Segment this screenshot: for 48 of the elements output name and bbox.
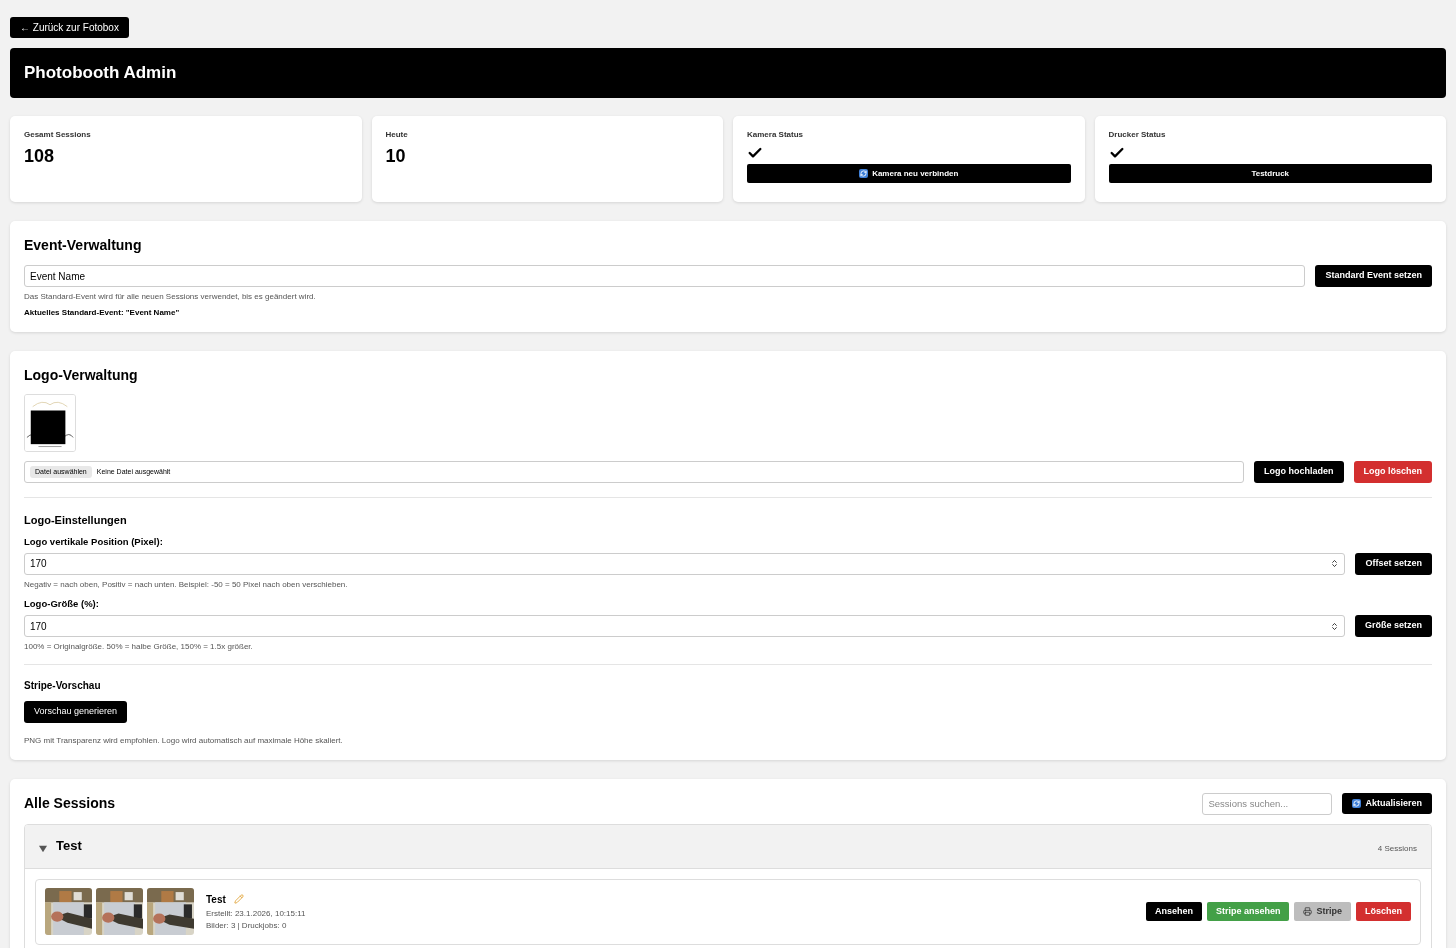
stat-value: 108 <box>24 145 56 168</box>
refresh-icon <box>1352 799 1362 808</box>
status-button[interactable]: Testdruck <box>1108 164 1432 183</box>
set-event-button[interactable]: Standard Event setzen <box>1315 265 1432 287</box>
set-button[interactable]: Offset setzen <box>1355 553 1432 575</box>
refresh-button[interactable]: Aktualisieren <box>1342 792 1432 815</box>
delete-logo-button[interactable]: Logo löschen <box>1353 461 1432 483</box>
spinner-icon[interactable] <box>1330 620 1339 632</box>
session-count: 4 Sessions <box>1377 843 1417 855</box>
section-title: Event-Verwaltung <box>24 236 143 255</box>
stat-label: Gesamt Sessions <box>24 129 92 141</box>
stat-value: 10 <box>385 145 407 168</box>
generate-preview-button[interactable]: Vorschau generieren <box>24 701 128 723</box>
search-field[interactable]: Sessions suchen... <box>1202 792 1333 815</box>
back-button[interactable]: ← Zurück zur Fotobox <box>10 17 129 38</box>
hint-text: Negativ = nach oben, Positiv = nach unten. Beispiel: -50 = 50 Pixel nach oben verschieben. <box>24 578 349 591</box>
field-label: Logo-Größe (%): <box>24 596 100 611</box>
group-header[interactable]: Test 4 Sessions <box>25 824 1431 869</box>
subsection-title: Logo-Einstellungen <box>24 513 128 528</box>
printer-icon <box>1303 907 1313 916</box>
current-event-text: Aktuelles Standard-Event: "Event Name" <box>24 307 181 319</box>
spinner-icon[interactable] <box>1330 558 1340 570</box>
app-title: Photobooth Admin <box>24 62 177 85</box>
expanded-caret-icon[interactable] <box>39 845 47 853</box>
stat-label: Drucker Status <box>1108 129 1167 141</box>
note-text: PNG mit Transparenz wird empfohlen. Logo wird automatisch auf maximale Höhe skaliert. <box>24 734 344 747</box>
session-title: Test <box>206 892 226 907</box>
stat-label: Heute <box>385 129 409 141</box>
field-label: Logo vertikale Position (Pixel): <box>24 534 164 549</box>
session-info: Bilder: 3 | Druckjobs: 0 <box>206 919 288 932</box>
set-button[interactable]: Größe setzen <box>1355 615 1432 637</box>
hint-text: 100% = Originalgröße. 50% = halbe Größe, 150% = 1.5x größer. <box>24 641 254 653</box>
number-field[interactable]: 170 <box>24 552 1346 575</box>
section-title: Alle Sessions <box>24 794 116 813</box>
status-button[interactable]: Kamera neu verbinden <box>747 164 1071 183</box>
number-field[interactable]: 170 <box>24 615 1345 637</box>
hint-text: Das Standard-Event wird für alle neuen Sessions verwendet, bis es geändert wird. <box>24 291 317 303</box>
session-action-button[interactable]: Löschen <box>1356 902 1411 921</box>
upload-logo-button[interactable]: Logo hochladen <box>1254 461 1344 483</box>
section-title: Logo-Verwaltung <box>24 366 139 385</box>
stat-label: Kamera Status <box>747 129 805 141</box>
event-name-field[interactable]: Event Name <box>24 265 1306 287</box>
group-title: Test <box>56 837 82 856</box>
session-action-button[interactable]: Stripe <box>1294 902 1351 921</box>
session-created: Erstellt: 23.1.2026, 10:15:11 <box>206 907 306 920</box>
subsection-title: Stripe-Vorschau <box>24 679 102 693</box>
refresh-icon <box>859 169 869 178</box>
session-action-button[interactable]: Ansehen <box>1145 902 1202 921</box>
